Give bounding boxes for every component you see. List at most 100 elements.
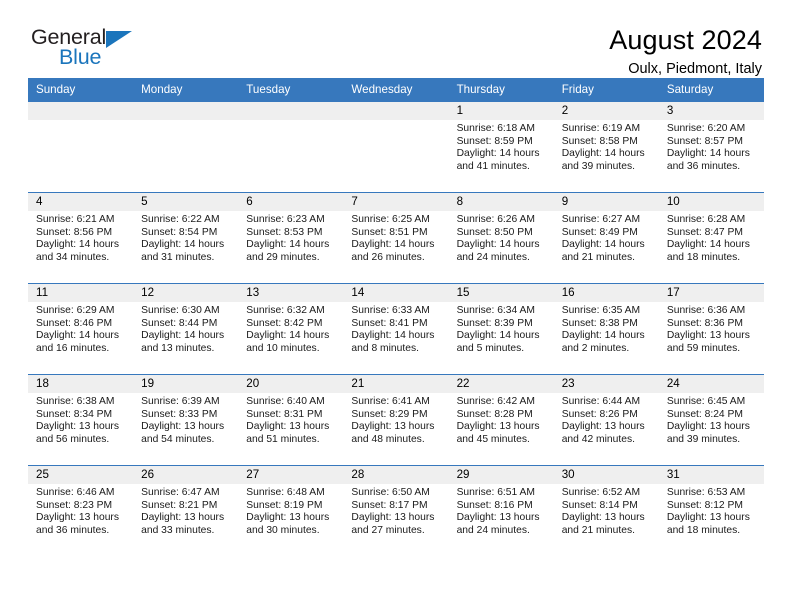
general-blue-logo[interactable]: General Blue — [28, 26, 146, 72]
day-number — [28, 102, 134, 120]
daylight-text: and 8 minutes. — [351, 342, 419, 354]
daylight-text: and 27 minutes. — [351, 524, 425, 536]
day-details: Sunrise: 6:33 AM Sunset: 8:41 PM Daylight:… — [343, 302, 448, 355]
sunset-text: Sunset: 8:31 PM — [246, 408, 323, 420]
day-details: Sunrise: 6:34 AM Sunset: 8:39 PM Daylight:… — [449, 302, 554, 355]
day-number: 17 — [658, 284, 764, 302]
daylight-text: Daylight: 13 hours — [666, 330, 750, 342]
day-number: 19 — [133, 375, 239, 393]
calendar-day-cell[interactable]: 23 Sunrise: 6:44 AM Sunset: 8:26 PM Dayligh… — [553, 374, 659, 466]
calendar-day-cell[interactable]: 10 Sunrise: 6:28 AM Sunset: 8:47 PM Dayligh… — [658, 192, 764, 284]
daylight-text: and 29 minutes. — [246, 251, 320, 263]
daylight-text: Daylight: 13 hours — [36, 421, 119, 433]
calendar-day-cell[interactable]: 25 Sunrise: 6:46 AM Sunset: 8:23 PM Dayligh… — [28, 465, 134, 557]
daylight-text: Daylight: 14 hours — [246, 330, 330, 342]
sunrise-text: Sunrise: 6:48 AM — [246, 487, 325, 498]
daylight-text: Daylight: 14 hours — [561, 148, 645, 160]
calendar-day-cell[interactable]: 4 Sunrise: 6:21 AM Sunset: 8:56 PM Daylight… — [28, 192, 134, 284]
weekday-header-saturday: Saturday — [658, 78, 764, 102]
calendar-day-cell[interactable]: 11 Sunrise: 6:29 AM Sunset: 8:46 PM Dayligh… — [28, 283, 134, 375]
daylight-text: and 2 minutes. — [561, 342, 630, 354]
calendar-day-cell[interactable]: 31 Sunrise: 6:53 AM Sunset: 8:12 PM Dayligh… — [658, 465, 764, 557]
day-details: Sunrise: 6:25 AM Sunset: 8:51 PM Daylight:… — [343, 211, 448, 264]
daylight-text: and 51 minutes. — [246, 433, 320, 445]
calendar-day-cell[interactable]: 13 Sunrise: 6:32 AM Sunset: 8:42 PM Dayligh… — [238, 283, 344, 375]
calendar-day-cell[interactable]: 20 Sunrise: 6:40 AM Sunset: 8:31 PM Dayligh… — [238, 374, 344, 466]
calendar-day-cell[interactable]: 26 Sunrise: 6:47 AM Sunset: 8:21 PM Dayligh… — [133, 465, 239, 557]
sunset-text: Sunset: 8:54 PM — [141, 226, 218, 238]
calendar-day-cell[interactable]: 28 Sunrise: 6:50 AM Sunset: 8:17 PM Dayligh… — [343, 465, 449, 557]
sunset-text: Sunset: 8:24 PM — [666, 408, 743, 420]
calendar-day-cell[interactable]: 30 Sunrise: 6:52 AM Sunset: 8:14 PM Dayligh… — [553, 465, 659, 557]
day-details: Sunrise: 6:41 AM Sunset: 8:29 PM Daylight:… — [343, 393, 448, 446]
calendar-day-cell[interactable]: 15 Sunrise: 6:34 AM Sunset: 8:39 PM Dayligh… — [448, 283, 554, 375]
day-number — [133, 102, 239, 120]
calendar-day-cell[interactable]: 24 Sunrise: 6:45 AM Sunset: 8:24 PM Dayligh… — [658, 374, 764, 466]
day-details: Sunrise: 6:23 AM Sunset: 8:53 PM Daylight:… — [238, 211, 343, 264]
calendar-day-cell[interactable]: 22 Sunrise: 6:42 AM Sunset: 8:28 PM Dayligh… — [448, 374, 554, 466]
daylight-text: Daylight: 13 hours — [246, 421, 330, 433]
sunrise-text: Sunrise: 6:47 AM — [141, 487, 220, 498]
sunset-text: Sunset: 8:34 PM — [36, 408, 113, 420]
daylight-text: Daylight: 13 hours — [246, 512, 330, 524]
calendar-day-cell[interactable]: 18 Sunrise: 6:38 AM Sunset: 8:34 PM Dayligh… — [28, 374, 134, 466]
calendar-day-cell-empty — [343, 101, 449, 193]
sunrise-text: Sunrise: 6:22 AM — [141, 214, 220, 225]
calendar-day-cell[interactable]: 19 Sunrise: 6:39 AM Sunset: 8:33 PM Dayligh… — [133, 374, 239, 466]
sunset-text: Sunset: 8:57 PM — [666, 135, 743, 147]
calendar-day-cell[interactable]: 2 Sunrise: 6:19 AM Sunset: 8:58 PM Daylight… — [553, 101, 659, 193]
calendar-day-cell[interactable]: 16 Sunrise: 6:35 AM Sunset: 8:38 PM Dayligh… — [553, 283, 659, 375]
day-number: 3 — [658, 102, 764, 120]
day-details: Sunrise: 6:42 AM Sunset: 8:28 PM Daylight:… — [449, 393, 554, 446]
calendar-day-cell[interactable]: 12 Sunrise: 6:30 AM Sunset: 8:44 PM Dayligh… — [133, 283, 239, 375]
day-details: Sunrise: 6:40 AM Sunset: 8:31 PM Daylight:… — [238, 393, 343, 446]
daylight-text: Daylight: 13 hours — [561, 512, 645, 524]
day-number: 13 — [238, 284, 344, 302]
calendar-day-cell[interactable]: 29 Sunrise: 6:51 AM Sunset: 8:16 PM Dayligh… — [448, 465, 554, 557]
calendar-day-cell[interactable]: 21 Sunrise: 6:41 AM Sunset: 8:29 PM Dayligh… — [343, 374, 449, 466]
sunrise-text: Sunrise: 6:19 AM — [561, 123, 641, 134]
daylight-text: Daylight: 13 hours — [36, 512, 119, 524]
sunrise-text: Sunrise: 6:46 AM — [36, 487, 115, 498]
day-number: 25 — [28, 466, 134, 484]
daylight-text: Daylight: 14 hours — [666, 148, 750, 160]
daylight-text: Daylight: 14 hours — [456, 239, 540, 251]
calendar-day-cell[interactable]: 5 Sunrise: 6:22 AM Sunset: 8:54 PM Daylight… — [133, 192, 239, 284]
sunset-text: Sunset: 8:59 PM — [456, 135, 533, 147]
calendar-day-cell[interactable]: 7 Sunrise: 6:25 AM Sunset: 8:51 PM Daylight… — [343, 192, 449, 284]
day-number: 6 — [238, 193, 344, 211]
sunset-text: Sunset: 8:16 PM — [456, 499, 533, 511]
weekday-header: Sunday Monday Tuesday Wednesday Thursday… — [28, 78, 764, 102]
daylight-text: Daylight: 14 hours — [561, 330, 645, 342]
day-details: Sunrise: 6:44 AM Sunset: 8:26 PM Daylight:… — [554, 393, 659, 446]
sunset-text: Sunset: 8:41 PM — [351, 317, 428, 329]
calendar-day-cell[interactable]: 6 Sunrise: 6:23 AM Sunset: 8:53 PM Daylight… — [238, 192, 344, 284]
calendar-day-cell[interactable]: 8 Sunrise: 6:26 AM Sunset: 8:50 PM Daylight… — [448, 192, 554, 284]
daylight-text: Daylight: 14 hours — [141, 330, 225, 342]
day-details: Sunrise: 6:53 AM Sunset: 8:12 PM Daylight:… — [659, 484, 764, 537]
calendar-day-cell[interactable]: 14 Sunrise: 6:33 AM Sunset: 8:41 PM Dayligh… — [343, 283, 449, 375]
day-details: Sunrise: 6:45 AM Sunset: 8:24 PM Daylight:… — [659, 393, 764, 446]
calendar-day-cell[interactable]: 17 Sunrise: 6:36 AM Sunset: 8:36 PM Dayligh… — [658, 283, 764, 375]
calendar-day-cell[interactable]: 27 Sunrise: 6:48 AM Sunset: 8:19 PM Dayligh… — [238, 465, 344, 557]
day-number: 11 — [28, 284, 134, 302]
sunrise-text: Sunrise: 6:23 AM — [246, 214, 325, 225]
day-details: Sunrise: 6:35 AM Sunset: 8:38 PM Daylight:… — [554, 302, 659, 355]
calendar-day-cell[interactable]: 9 Sunrise: 6:27 AM Sunset: 8:49 PM Daylight… — [553, 192, 659, 284]
day-number: 20 — [238, 375, 344, 393]
day-details: Sunrise: 6:20 AM Sunset: 8:57 PM Daylight:… — [659, 120, 764, 173]
sunset-text: Sunset: 8:42 PM — [246, 317, 323, 329]
sunrise-text: Sunrise: 6:26 AM — [456, 214, 535, 225]
calendar-day-cell[interactable]: 1 Sunrise: 6:18 AM Sunset: 8:59 PM Daylight… — [448, 101, 554, 193]
daylight-text: and 5 minutes. — [456, 342, 525, 354]
sunrise-text: Sunrise: 6:20 AM — [666, 123, 746, 134]
day-details: Sunrise: 6:46 AM Sunset: 8:23 PM Daylight:… — [28, 484, 133, 537]
sunrise-text: Sunrise: 6:29 AM — [36, 305, 115, 316]
day-number: 15 — [448, 284, 554, 302]
sunset-text: Sunset: 8:50 PM — [456, 226, 533, 238]
daylight-text: and 10 minutes. — [246, 342, 320, 354]
day-number — [238, 102, 344, 120]
daylight-text: Daylight: 14 hours — [36, 330, 119, 342]
calendar-day-cell[interactable]: 3 Sunrise: 6:20 AM Sunset: 8:57 PM Daylight… — [658, 101, 764, 193]
sunset-text: Sunset: 8:36 PM — [666, 317, 743, 329]
